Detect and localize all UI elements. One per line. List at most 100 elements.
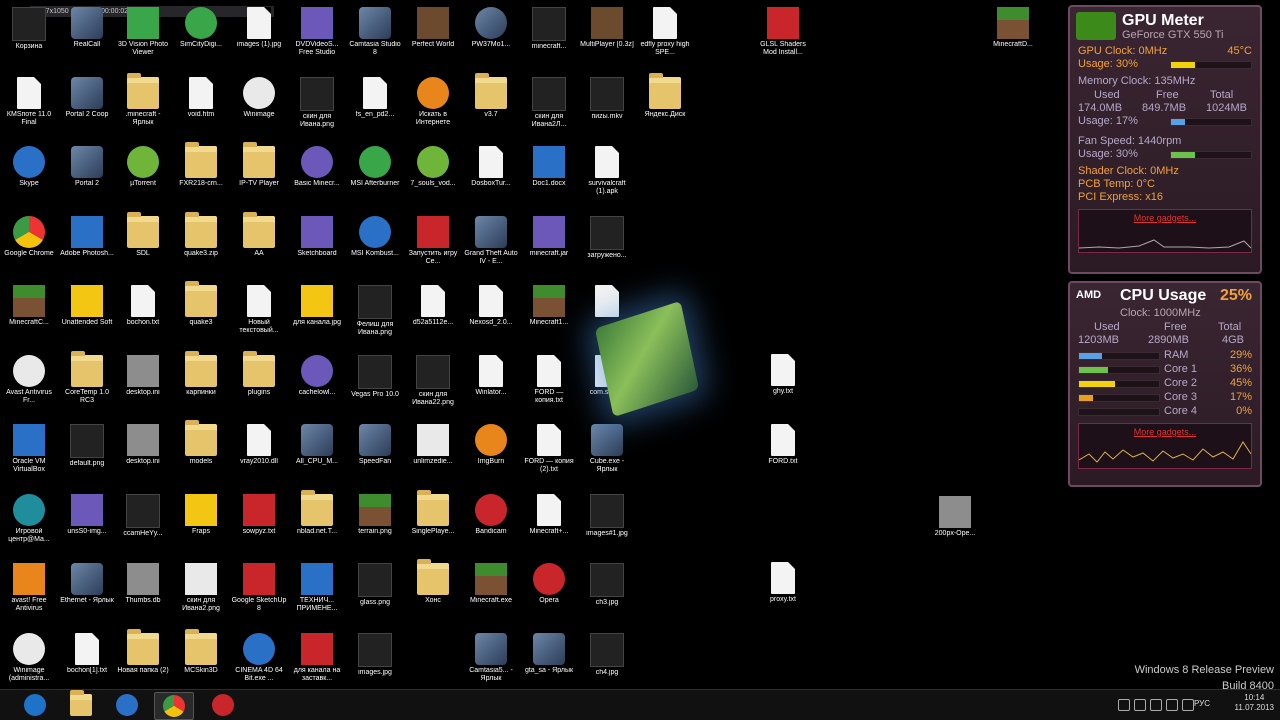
desktop-icon[interactable]: desktop.ini [115,422,171,490]
desktop-icon[interactable]: карпинки [173,351,229,421]
desktop-icon[interactable]: Portal 2 [59,144,115,212]
desktop-icon[interactable]: vray2010.dll [231,422,287,490]
desktop-icon[interactable]: SDL [115,212,171,282]
desktop-icon[interactable]: 200px-Ope... [927,494,983,562]
desktop-icon[interactable]: Google SketchUp 8 [231,561,287,629]
tray-display-icon[interactable] [1182,699,1194,711]
desktop-icon[interactable]: MultiPlayer [0.3z] [579,5,635,73]
desktop-icon[interactable]: Avast Antivirus Fr... [1,353,57,421]
desktop-icon[interactable]: survivalcraft (1).apk [579,144,635,212]
desktop-icon[interactable]: void.htm [173,75,229,143]
desktop-icon[interactable]: Запустить игру Се... [405,214,461,282]
desktop-icon[interactable]: Unattended Soft [59,283,115,351]
desktop-icon[interactable]: nblad.net.T... [289,490,345,560]
desktop-icon[interactable]: Nexosd_2.0... [463,283,519,351]
desktop-icon[interactable]: avast! Free Antivirus [1,561,57,629]
desktop-icon[interactable]: .minecraft - Ярлык [115,73,171,143]
desktop-icon[interactable]: models [173,420,229,490]
desktop-icon[interactable]: GLSL Shaders Mod Install... [755,5,811,73]
desktop-icon[interactable]: Фелиш для Ивана.png [347,283,403,351]
desktop-icon[interactable]: DVDVideoS... Free Studio [289,5,345,73]
taskbar-explorer[interactable] [62,690,100,718]
desktop-icon[interactable]: CoreTemp 1.0 RC3 [59,351,115,421]
desktop-icon[interactable]: quake3 [173,281,229,351]
desktop-icon[interactable]: скин для Ивана22.png [405,353,461,421]
desktop-icon[interactable]: FORD — копия.txt [521,353,577,421]
desktop-icon[interactable]: Vegas Pro 10.0 [347,353,403,421]
desktop-icon[interactable]: пиzы.mkv [579,75,635,143]
desktop-icon[interactable]: FORD — копия (2).txt [521,422,577,490]
desktop-icon[interactable]: ccamHeYy... [115,492,171,560]
desktop-icon[interactable]: Minecraft.exe [463,561,519,629]
taskbar-chrome[interactable] [154,692,194,720]
desktop-icon[interactable]: скин для Ивана2.png [173,561,229,629]
desktop-icon[interactable]: desktop.ini [115,353,171,421]
desktop-icon[interactable]: Искать в Интернете [405,75,461,143]
desktop-icon[interactable]: ghy.txt [755,352,811,420]
desktop-icon[interactable]: Grand Theft Auto IV - E... [463,214,519,282]
desktop-icon[interactable]: Google Chrome [1,214,57,282]
desktop-icon[interactable]: загружено... [579,214,635,282]
desktop-icon[interactable]: Doc1.docx [521,144,577,212]
gpu-meter-gadget[interactable]: GPU Meter GeForce GTX 550 Ti GPU Clock: … [1068,5,1262,274]
desktop-icon[interactable]: RealCall [59,5,115,73]
tray-network-icon[interactable] [1134,699,1146,711]
desktop-icon[interactable]: IP-TV Player [231,142,287,212]
desktop-icon[interactable]: Skype [1,144,57,212]
desktop-icon[interactable]: Portal 2 Coop [59,75,115,143]
tray-flag-icon[interactable] [1150,699,1162,711]
desktop-icon[interactable]: PW37Mo1... [463,5,519,73]
desktop-icon[interactable]: SimCityDigi... [173,5,229,73]
desktop-icon[interactable]: plugins [231,351,287,421]
desktop-icon[interactable]: minecraft.jar [521,214,577,282]
desktop-icon[interactable]: Ethernet - Ярлык [59,561,115,629]
start-button[interactable] [16,692,54,718]
desktop-icon[interactable]: 7_souls_vod... [405,144,461,212]
desktop-icon[interactable]: Яндекс.Диск [637,73,693,143]
desktop-icon[interactable]: SpeedFan [347,422,403,490]
desktop-icon[interactable]: cachelowl... [289,353,345,421]
tray-expand-icon[interactable] [1118,699,1130,711]
desktop-icon[interactable]: µTorrent [115,144,171,212]
desktop-icon[interactable]: Minecraft+... [521,492,577,560]
desktop-icon[interactable]: SinglePlaye... [405,490,461,560]
desktop-icon[interactable]: для канала.jpg [289,283,345,351]
desktop-icon[interactable]: Новый текстовый... [231,283,287,351]
desktop-icon[interactable]: images#1.jpg [579,492,635,560]
input-language[interactable]: РУС [1194,699,1210,708]
desktop-icon[interactable]: bochon.txt [115,283,171,351]
desktop-icon[interactable]: unsS0-img... [59,492,115,560]
desktop-icon[interactable]: Fraps [173,492,229,560]
desktop-icon[interactable]: proxy.txt [755,560,811,628]
desktop-icon[interactable]: Winlator... [463,353,519,421]
taskbar-skype[interactable] [108,692,146,718]
desktop-icon[interactable]: Camtasia Studio 8 [347,5,403,73]
desktop-icon[interactable]: Корзина [1,5,57,73]
desktop-icon[interactable]: All_CPU_M... [289,422,345,490]
desktop-icon[interactable]: DosboxTur... [463,144,519,212]
desktop-icon[interactable]: КМSпоте 11.0 Final [1,75,57,143]
desktop-icon[interactable]: terrain.png [347,492,403,560]
desktop-icon[interactable]: Opera [521,561,577,629]
desktop-icon[interactable]: Игровой центр@Ma... [1,492,57,560]
desktop-icon[interactable]: Bandicam [463,492,519,560]
desktop-icon[interactable]: ch3.jpg [579,561,635,629]
desktop-icon[interactable]: 3D Vision Photo Viewer [115,5,171,73]
desktop-icon[interactable]: unlimzedie... [405,422,461,490]
desktop-icon[interactable]: Basic Minecr... [289,144,345,212]
desktop-icon[interactable]: fs_en_pd2... [347,75,403,143]
desktop-icon[interactable]: ImgBurn [463,422,519,490]
taskbar-opera[interactable] [204,692,242,718]
desktop-icon[interactable]: sowpyz.txt [231,492,287,560]
desktop-icon[interactable]: Sketchboard [289,214,345,282]
desktop-icon[interactable]: AA [231,212,287,282]
desktop-icon[interactable]: Oracle VM VirtualBox [1,422,57,490]
desktop-icon[interactable]: MinecraftD... [985,5,1041,73]
tray-volume-icon[interactable] [1166,699,1178,711]
desktop[interactable]: 1067x1050 · Захв.ть 00:00:02 ... Корзина… [0,0,1280,692]
desktop-icon[interactable]: Хонс [405,559,461,629]
desktop-icon[interactable]: Minecraft1... [521,283,577,351]
desktop-icon[interactable]: скин для Ивана2Л... [521,75,577,143]
desktop-icon[interactable]: d52a5112e... [405,283,461,351]
desktop-icon[interactable]: images (1).jpg [231,5,287,73]
